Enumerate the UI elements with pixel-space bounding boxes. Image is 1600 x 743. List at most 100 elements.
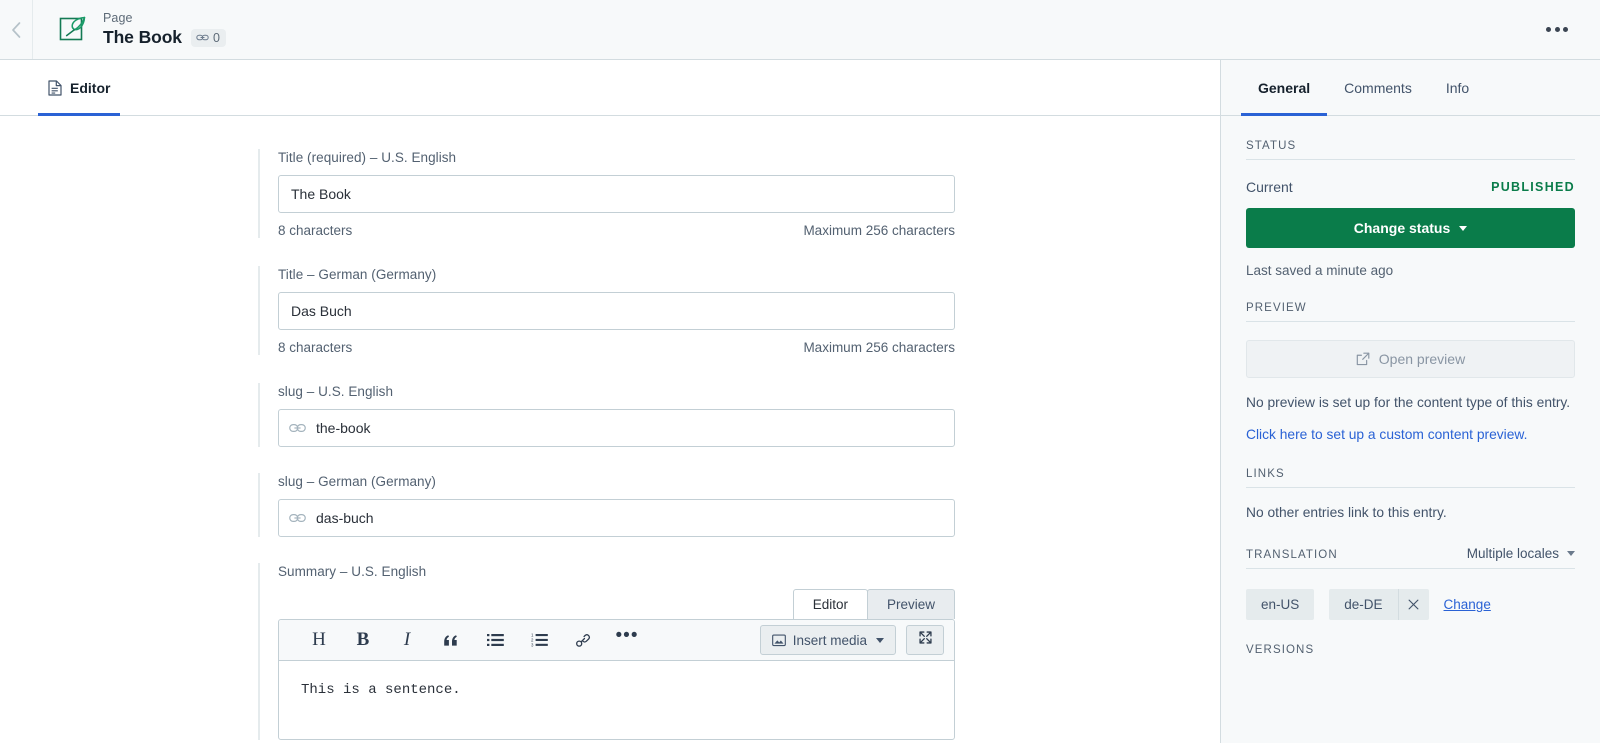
locale-mode-label: Multiple locales <box>1466 546 1559 561</box>
richtext-view-tabs: Editor Preview <box>278 589 955 619</box>
preview-empty-note: No preview is set up for the content typ… <box>1246 395 1571 410</box>
section-title: STATUS <box>1246 140 1297 152</box>
richtext-tab-editor[interactable]: Editor <box>792 589 868 619</box>
entry-actions-menu-button[interactable] <box>1540 19 1574 40</box>
tab-info[interactable]: Info <box>1429 60 1486 115</box>
richtext-frame: H B I 1 2 3 ••• Insert media This is a s… <box>278 619 955 740</box>
locale-mode-select[interactable]: Multiple locales <box>1467 546 1575 561</box>
tab-editor-label: Editor <box>70 79 111 96</box>
open-preview-label: Open preview <box>1378 351 1466 367</box>
link-chain-icon <box>289 421 306 435</box>
tab-editor[interactable]: Editor <box>38 60 121 116</box>
more-options-button[interactable]: ••• <box>605 625 649 655</box>
link-count: 0 <box>212 30 220 45</box>
chevron-down-icon <box>876 637 884 643</box>
remove-locale-de-de-button[interactable] <box>1397 589 1429 620</box>
slug-de-de-input[interactable]: das-buch <box>278 499 955 537</box>
chevron-down-icon <box>1459 225 1468 231</box>
back-button[interactable] <box>0 0 33 59</box>
richtext-toolbar: H B I 1 2 3 ••• Insert media <box>279 620 954 661</box>
entry-form-scroll[interactable]: Title (required) – U.S. English The Book… <box>0 116 1220 743</box>
tab-comments[interactable]: Comments <box>1327 60 1429 115</box>
ellipsis-horizontal-icon <box>1546 27 1568 32</box>
hyperlink-button[interactable] <box>561 625 605 655</box>
status-section-header: STATUS <box>1246 116 1575 160</box>
close-x-icon <box>1408 597 1419 613</box>
status-current-row: Current PUBLISHED <box>1246 179 1575 195</box>
setup-content-preview-link[interactable]: Click here to set up a custom content pr… <box>1246 425 1575 444</box>
locale-pill-en-us: en-US <box>1246 589 1315 620</box>
tab-general[interactable]: General <box>1241 60 1328 116</box>
title-de-de-input[interactable]: Das Buch <box>278 292 955 330</box>
page-feather-logo-icon <box>55 13 89 47</box>
numbered-list-button[interactable]: 1 2 3 <box>517 625 561 655</box>
app-root: Page The Book 0 Editor Title (required) … <box>0 0 1600 743</box>
chevron-left-icon <box>10 21 22 39</box>
insert-media-button[interactable]: Insert media <box>759 625 896 655</box>
unordered-list-icon <box>486 633 504 647</box>
versions-section-header: VERSIONS <box>1246 620 1575 663</box>
tab-comments-label: Comments <box>1344 79 1412 96</box>
top-bar: Page The Book 0 <box>0 0 1600 60</box>
field-label: Summary – U.S. English <box>278 564 427 579</box>
char-max: Maximum 256 characters <box>803 223 955 238</box>
italic-button[interactable]: I <box>385 625 429 655</box>
image-icon <box>771 634 786 647</box>
field-label: Title (required) – U.S. English <box>278 150 457 165</box>
active-tab-indicator <box>38 113 121 116</box>
blockquote-button[interactable] <box>429 625 473 655</box>
entry-sidebar: General Comments Info STATUS Current PUB… <box>1221 60 1600 743</box>
entry-identity: Page The Book 0 <box>33 0 1540 59</box>
sidebar-tab-strip: General Comments Info <box>1221 60 1600 116</box>
char-max: Maximum 256 characters <box>803 340 955 355</box>
field-label: slug – German (Germany) <box>278 474 436 489</box>
entry-form: Title (required) – U.S. English The Book… <box>258 149 955 740</box>
tab-info-label: Info <box>1445 79 1470 96</box>
input-value: das-buch <box>316 510 374 526</box>
editor-tab-strip: Editor <box>0 60 1220 116</box>
svg-text:3: 3 <box>531 643 534 648</box>
char-count: 8 characters <box>278 340 353 355</box>
page-title: The Book <box>103 27 182 47</box>
quote-icon <box>443 634 459 647</box>
field-title-en-us: Title (required) – U.S. English The Book… <box>258 149 955 238</box>
bold-button[interactable]: B <box>341 625 385 655</box>
change-locales-link[interactable]: Change <box>1444 597 1491 612</box>
document-icon <box>48 79 62 96</box>
link-chain-icon <box>289 511 306 525</box>
tab-general-label: General <box>1258 79 1311 96</box>
ordered-list-icon: 1 2 3 <box>531 633 548 647</box>
change-status-button[interactable]: Change status <box>1246 208 1575 248</box>
richtext-toolbar-right: Insert media <box>759 625 944 655</box>
section-title: PREVIEW <box>1246 302 1307 314</box>
change-status-label: Change status <box>1353 220 1451 236</box>
expand-editor-button[interactable] <box>906 625 944 655</box>
bulleted-list-button[interactable] <box>473 625 517 655</box>
field-slug-de-de: slug – German (Germany) das-buch <box>258 473 955 537</box>
title-en-us-input[interactable]: The Book <box>278 175 955 213</box>
section-title: TRANSLATION <box>1246 549 1338 561</box>
main-column: Editor Title (required) – U.S. English T… <box>0 60 1221 743</box>
status-badge[interactable]: 0 <box>190 28 226 47</box>
links-empty-note: No other entries link to this entry. <box>1246 505 1447 520</box>
active-locales-row: en-US de-DE Change <box>1246 589 1575 620</box>
last-saved-text: Last saved a minute ago <box>1246 263 1394 278</box>
links-section-header: LINKS <box>1246 444 1575 488</box>
heading-button[interactable]: H <box>297 625 341 655</box>
richtext-mark-buttons: H B I 1 2 3 ••• <box>297 625 649 655</box>
field-slug-en-us: slug – U.S. English the-book <box>258 383 955 447</box>
slug-en-us-input[interactable]: the-book <box>278 409 955 447</box>
external-link-icon <box>1356 352 1370 366</box>
richtext-tab-preview[interactable]: Preview <box>866 589 955 619</box>
top-bar-actions <box>1540 0 1600 59</box>
status-badge: PUBLISHED <box>1491 180 1575 194</box>
section-title: LINKS <box>1246 468 1285 480</box>
sidebar-content: STATUS Current PUBLISHED Change status L… <box>1221 116 1600 743</box>
richtext-paragraph: This is a sentence. <box>301 682 461 698</box>
richtext-content-area[interactable]: This is a sentence. <box>279 661 954 739</box>
char-count: 8 characters <box>278 223 353 238</box>
locale-pill-group-de-de: de-DE <box>1329 589 1429 620</box>
translation-section-header: TRANSLATION Multiple locales <box>1246 522 1575 569</box>
chevron-down-icon <box>1567 551 1575 556</box>
locale-pill-de-de: de-DE <box>1329 589 1398 620</box>
